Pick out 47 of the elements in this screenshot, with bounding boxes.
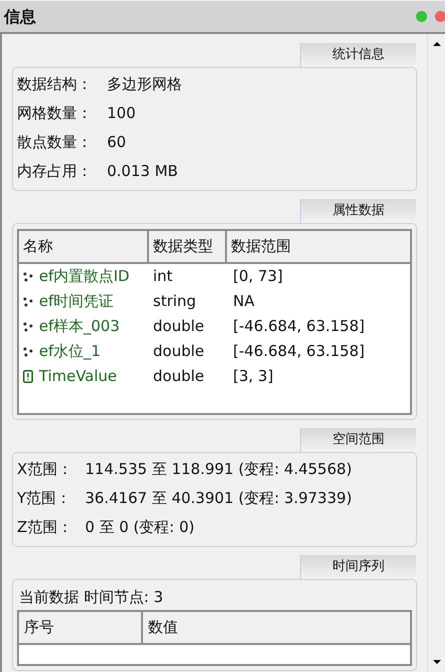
section-tab[interactable]: 属性数据	[300, 199, 416, 223]
column-header: 序号	[19, 612, 143, 643]
summary-text: 当前数据 时间节点: 3	[18, 586, 164, 608]
attribute-name: ef时间凭证	[39, 291, 114, 312]
field-label: Z范围：	[17, 517, 74, 538]
document-alert-icon	[23, 370, 33, 383]
section-tab[interactable]: 空间范围	[300, 428, 416, 452]
field-value: 100	[107, 103, 136, 124]
table-cell[interactable]: double	[149, 315, 227, 338]
column-header: 数据范围	[230, 236, 292, 258]
field-value: 多边形网格	[107, 74, 182, 96]
window-title: 信息	[4, 6, 37, 28]
table-cell[interactable]: [-46.684, 63.158]	[227, 340, 410, 363]
field-label: 网格数量：	[17, 103, 93, 124]
field-value: 0 至 0 (变程: 0)	[85, 517, 194, 538]
table-cell[interactable]: [0, 73]	[227, 265, 410, 288]
scatter-icon	[23, 272, 33, 282]
close-button[interactable]	[435, 11, 445, 22]
field-label: 散点数量：	[17, 132, 93, 154]
attribute-name: ef内置散点ID	[39, 266, 130, 288]
table-cell[interactable]: double	[149, 340, 227, 363]
column-header: 数值	[147, 617, 179, 638]
field-label: 数据结构：	[17, 74, 93, 96]
table-cell[interactable]: double	[149, 365, 227, 388]
column-header: 名称	[19, 231, 149, 262]
maximize-button[interactable]	[416, 11, 427, 22]
field-value: 114.535 至 118.991 (变程: 4.45568)	[85, 459, 352, 480]
field-label: Y范围：	[17, 488, 72, 510]
field-value: 36.4167 至 40.3901 (变程: 3.97339)	[85, 488, 352, 510]
field-value: 60	[107, 132, 126, 154]
scatter-icon	[23, 296, 33, 306]
field-label: 内存占用：	[17, 161, 93, 182]
scatter-icon	[23, 346, 33, 356]
scatter-icon	[23, 322, 33, 332]
table-cell[interactable]: [3, 3]	[227, 365, 410, 388]
section-tab[interactable]: 时间序列	[300, 555, 416, 579]
column-header: 数据类型	[149, 231, 227, 262]
table-cell[interactable]: int	[149, 265, 227, 288]
attribute-name: ef样本_003	[39, 316, 120, 338]
section-tab[interactable]: 统计信息	[300, 43, 416, 67]
field-label: X范围：	[17, 459, 74, 480]
table-cell[interactable]: string	[149, 290, 227, 313]
table-cell[interactable]: [-46.684, 63.158]	[227, 315, 410, 338]
attribute-name: TimeValue	[39, 366, 117, 388]
table-cell[interactable]: NA	[227, 290, 410, 313]
attribute-name: ef水位_1	[39, 341, 101, 362]
field-value: 0.013 MB	[107, 161, 178, 182]
